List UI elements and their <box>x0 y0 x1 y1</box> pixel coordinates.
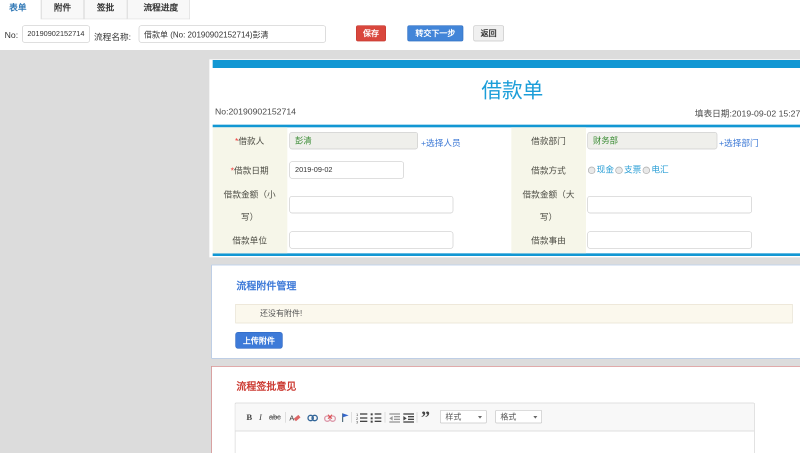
svg-text:3: 3 <box>356 419 359 423</box>
svg-text:A: A <box>289 413 294 422</box>
